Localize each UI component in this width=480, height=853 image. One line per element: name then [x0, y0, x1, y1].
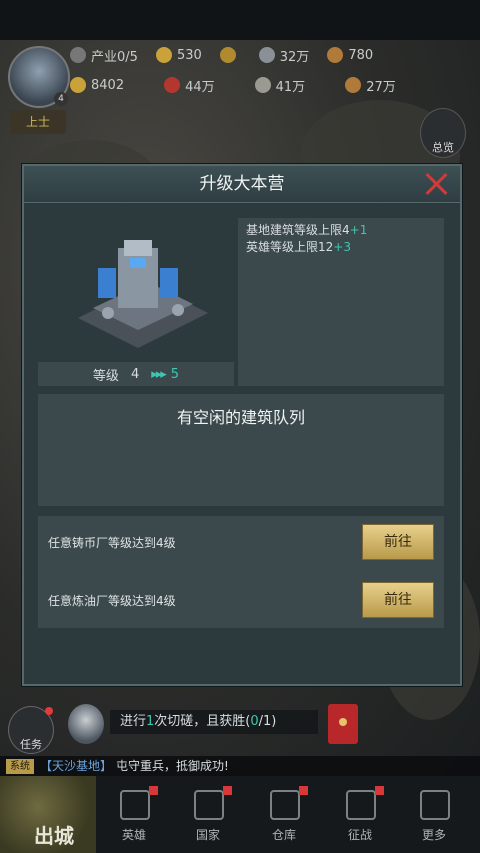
resource-medal[interactable]: 780	[327, 47, 373, 63]
sortie-button[interactable]: 出城	[0, 776, 96, 853]
go-button[interactable]: 前往	[362, 582, 434, 618]
requirement-row: 任意炼油厂等级达到4级 前往	[38, 580, 444, 620]
resource-row-2: 8402 44万 41万 27万	[70, 70, 480, 100]
system-message[interactable]: 系统 【天沙基地】 屯守重兵，抵御成功!	[0, 756, 480, 776]
warehouse-icon	[270, 790, 300, 820]
nav-item-battle[interactable]: 征战	[328, 776, 392, 853]
hero-icon	[120, 790, 150, 820]
add-icon	[219, 47, 236, 63]
system-text: 屯守重兵，抵御成功!	[116, 759, 229, 773]
notification-dot-icon	[45, 707, 53, 715]
level-to: 5	[170, 366, 180, 382]
badge-icon	[375, 786, 384, 795]
industry-icon	[70, 47, 86, 63]
overview-button[interactable]: 总览	[420, 108, 466, 158]
bottom-nav: 出城 英雄 国家 仓库 征战 更多	[0, 776, 480, 853]
close-button[interactable]	[424, 172, 448, 196]
nav-item-nation[interactable]: 国家	[176, 776, 240, 853]
resource-energy[interactable]: 8402	[70, 77, 124, 93]
nav-item-warehouse[interactable]: 仓库	[252, 776, 316, 853]
go-button[interactable]: 前往	[362, 524, 434, 560]
level-from: 4	[130, 366, 140, 382]
quest-button[interactable]: 任务	[8, 706, 54, 754]
bonus-item: 英雄等级上限12+3	[246, 240, 351, 254]
quest-bar: 任务 进行1次切磋，且获胜(0/1)	[0, 700, 480, 756]
status-bar	[0, 0, 480, 40]
resource-industry[interactable]: 产业0/5	[70, 46, 138, 65]
requirement-text: 任意铸币厂等级达到4级	[48, 535, 176, 550]
level-arrow-icon: ▸▸▸	[151, 366, 167, 382]
food-icon	[345, 77, 362, 93]
nav-item-more[interactable]: 更多	[402, 776, 466, 853]
bonus-item: 基地建筑等级上限4+1	[246, 223, 368, 237]
add-gold-button[interactable]	[219, 47, 241, 63]
resource-steel[interactable]: 32万	[258, 46, 309, 65]
oil-icon	[164, 77, 181, 93]
red-envelope-icon[interactable]	[328, 704, 358, 744]
level-change-bar: 等级 4 ▸▸▸ 5	[38, 362, 234, 386]
gold-coin-icon	[155, 47, 172, 63]
requirement-row: 任意铸币厂等级达到4级 前往	[38, 522, 444, 562]
player-level-badge: 4	[54, 92, 68, 106]
nation-icon	[194, 790, 224, 820]
build-queue-status: 有空闲的建筑队列	[176, 408, 305, 427]
metal-icon	[254, 77, 271, 93]
level-label: 等级	[92, 368, 119, 384]
nav-item-hero[interactable]: 英雄	[102, 776, 166, 853]
resource-row-1: 产业0/5 530 32万 780	[70, 40, 480, 70]
badge-icon	[299, 786, 308, 795]
steel-icon	[258, 47, 275, 63]
resource-food[interactable]: 27万	[345, 76, 396, 95]
medal-icon	[327, 47, 344, 63]
resource-metal[interactable]: 41万	[254, 76, 305, 95]
system-sender: 【天沙基地】	[40, 759, 113, 773]
battle-icon	[346, 790, 376, 820]
system-tag: 系统	[6, 758, 34, 774]
quest-hero-avatar	[68, 704, 104, 744]
energy-icon	[70, 77, 86, 93]
more-icon	[420, 790, 450, 820]
resource-oil[interactable]: 44万	[164, 76, 215, 95]
dialog-title: 升级大本营	[199, 174, 285, 194]
build-queue-panel: 有空闲的建筑队列	[38, 394, 444, 506]
requirement-text: 任意炼油厂等级达到4级	[48, 593, 176, 608]
player-rank: 上士	[10, 110, 66, 134]
headquarters-building-image	[78, 240, 208, 348]
requirements-panel: 任意铸币厂等级达到4级 前往 任意炼油厂等级达到4级 前往	[38, 516, 444, 628]
quest-text[interactable]: 进行1次切磋，且获胜(0/1)	[110, 710, 318, 734]
resource-gold[interactable]: 530	[155, 47, 202, 63]
upgrade-bonus-panel: 基地建筑等级上限4+1 英雄等级上限12+3	[238, 218, 444, 386]
badge-icon	[149, 786, 158, 795]
badge-icon	[223, 786, 232, 795]
dialog-header: 升级大本营	[24, 166, 460, 203]
upgrade-dialog: 升级大本营 等级 4 ▸▸▸ 5 基地建筑等级上限4+1 英雄等级上限12+3 …	[22, 164, 462, 686]
